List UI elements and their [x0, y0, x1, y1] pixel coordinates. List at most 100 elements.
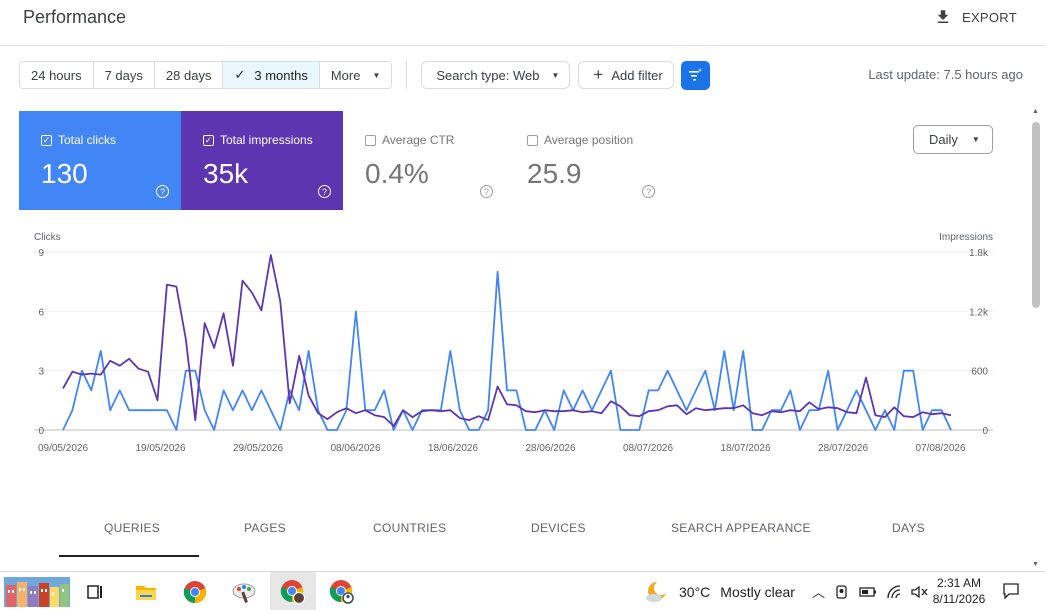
weather-temperature: 30°C — [679, 584, 711, 600]
search-type-dropdown[interactable]: Search type: Web ▼ — [421, 61, 571, 89]
left-tick-label: 3 — [38, 367, 44, 378]
tab-devices[interactable]: DEVICES — [531, 521, 586, 535]
export-button[interactable]: EXPORT — [934, 8, 1017, 26]
right-tick-label: 0 — [982, 426, 988, 437]
desktop-thumbnail-icon[interactable] — [4, 577, 70, 607]
help-icon[interactable]: ? — [480, 185, 493, 198]
meet-now-icon[interactable] — [834, 584, 850, 600]
help-icon[interactable]: ? — [642, 185, 655, 198]
scrollbar-thumb[interactable] — [1032, 122, 1040, 308]
system-tray: ︿ — [812, 582, 929, 601]
chart-gridlines — [34, 251, 993, 431]
weather-widget[interactable]: 30°C Mostly clear — [645, 581, 795, 603]
checkbox-unchecked-icon[interactable] — [527, 134, 538, 146]
page-scrollbar[interactable]: ▲ ▼ — [1030, 108, 1042, 568]
caret-down-icon: ▼ — [372, 70, 381, 80]
paint-icon[interactable] — [230, 578, 258, 606]
chevron-up-icon[interactable]: ︿ — [812, 582, 825, 601]
right-tick-label: 600 — [971, 367, 988, 378]
tab-search-appearance[interactable]: SEARCH APPEARANCE — [671, 521, 811, 535]
x-tick-label: 19/05/2026 — [135, 443, 185, 454]
x-tick-label: 28/07/2026 — [818, 443, 868, 454]
metric-card-average-position[interactable]: Average position 25.9 ? — [505, 111, 667, 210]
left-tick-label: 6 — [38, 307, 44, 318]
file-explorer-icon[interactable] — [132, 578, 160, 606]
performance-chart: Clicks Impressions 9 1.8k 6 1.2k 3 600 0 0 09/0… — [34, 232, 993, 454]
chrome-icon[interactable] — [181, 578, 209, 606]
x-tick-label: 08/06/2026 — [330, 443, 380, 454]
divider — [406, 61, 408, 89]
tab-pages[interactable]: PAGES — [244, 521, 286, 535]
x-tick-label: 09/05/2026 — [38, 443, 88, 454]
metric-label: Average CTR — [382, 133, 455, 147]
date-range-label: 3 months — [254, 67, 308, 83]
active-tab-indicator — [59, 555, 199, 557]
date-range-7-days[interactable]: 7 days — [93, 62, 155, 88]
search-type-label: Search type: Web — [436, 67, 540, 83]
chart-x-ticks: 09/05/2026 19/05/2026 29/05/2026 08/06/2026… — [38, 443, 966, 454]
chart-y-ticks: 9 1.8k 6 1.2k 3 600 0 0 — [38, 248, 989, 437]
date-range-more[interactable]: More ▼ — [319, 62, 392, 88]
x-tick-label: 18/07/2026 — [720, 443, 770, 454]
plus-icon: + — [593, 65, 604, 84]
granularity-dropdown[interactable]: Daily ▼ — [913, 125, 993, 154]
chart-series — [62, 254, 952, 431]
date-range-28-days[interactable]: 28 days — [154, 62, 224, 88]
tab-days[interactable]: DAYS — [892, 521, 925, 535]
dimension-tabs: QUERIES PAGES COUNTRIES DEVICES SEARCH A… — [59, 515, 999, 557]
help-icon[interactable]: ? — [156, 185, 169, 198]
x-tick-label: 28/06/2026 — [525, 443, 575, 454]
battery-icon[interactable] — [859, 586, 877, 598]
task-view-icon[interactable] — [81, 578, 109, 606]
weather-description: Mostly clear — [720, 584, 795, 600]
metric-label: Total impressions — [220, 133, 313, 147]
filter-bar: 24 hours 7 days 28 days ✓ 3 months More ▼ … — [19, 60, 710, 90]
caret-down-icon: ▼ — [551, 70, 560, 80]
granularity-label: Daily — [929, 132, 958, 147]
moon-cloud-icon — [646, 581, 668, 602]
right-tick-label: 1.8k — [969, 248, 989, 259]
metric-card-total-impressions[interactable]: ✓ Total impressions 35k ? — [181, 111, 343, 210]
right-axis-label: Impressions — [939, 232, 993, 243]
date-range-24-hours[interactable]: 24 hours — [20, 62, 94, 88]
checkbox-checked-icon[interactable]: ✓ — [41, 134, 52, 146]
left-axis-label: Clicks — [34, 232, 61, 243]
date-range-3-months[interactable]: ✓ 3 months — [223, 62, 320, 88]
filter-sparkle-icon — [689, 68, 703, 81]
taskbar-clock[interactable]: 2:31 AM 8/11/2026 — [928, 575, 990, 607]
chrome-profile-2-icon[interactable] — [328, 578, 356, 606]
left-tick-label: 9 — [38, 248, 44, 259]
clock-date: 8/11/2026 — [932, 592, 986, 606]
series-line-impressions — [62, 254, 952, 427]
right-tick-label: 1.2k — [969, 307, 989, 318]
notification-icon[interactable] — [1002, 582, 1020, 605]
metric-card-average-ctr[interactable]: Average CTR 0.4% ? — [343, 111, 505, 210]
tab-countries[interactable]: COUNTRIES — [373, 521, 446, 535]
add-filter-button[interactable]: + Add filter — [578, 61, 674, 89]
export-label: EXPORT — [961, 9, 1017, 25]
date-range-label: More — [330, 67, 361, 83]
x-tick-label: 29/05/2026 — [233, 443, 283, 454]
scroll-down-icon[interactable]: ▼ — [1032, 561, 1039, 568]
page-title: Performance — [23, 7, 127, 27]
last-update-text: Last update: 7.5 hours ago — [868, 67, 1023, 82]
add-filter-label: Add filter — [611, 67, 663, 83]
date-range-label: 24 hours — [31, 67, 82, 83]
checkbox-unchecked-icon[interactable] — [365, 134, 376, 146]
scroll-up-icon[interactable]: ▲ — [1032, 108, 1039, 115]
metric-label: Total clicks — [58, 133, 117, 147]
wifi-icon[interactable] — [886, 584, 902, 599]
metric-card-total-clicks[interactable]: ✓ Total clicks 130 ? — [19, 111, 181, 210]
checkbox-checked-icon[interactable]: ✓ — [203, 134, 214, 146]
clock-time: 2:31 AM — [936, 576, 982, 590]
help-icon[interactable]: ? — [318, 185, 331, 198]
tab-queries[interactable]: QUERIES — [104, 521, 160, 535]
speaker-muted-icon[interactable] — [911, 585, 929, 599]
date-range-label: 7 days — [104, 67, 143, 83]
date-range-label: 28 days — [165, 67, 212, 83]
chrome-profile-icon[interactable] — [279, 578, 307, 606]
header-bar: Performance EXPORT — [0, 0, 1045, 46]
caret-down-icon: ▼ — [971, 135, 980, 144]
x-tick-label: 07/08/2026 — [915, 443, 965, 454]
filter-settings-button[interactable] — [680, 60, 710, 90]
